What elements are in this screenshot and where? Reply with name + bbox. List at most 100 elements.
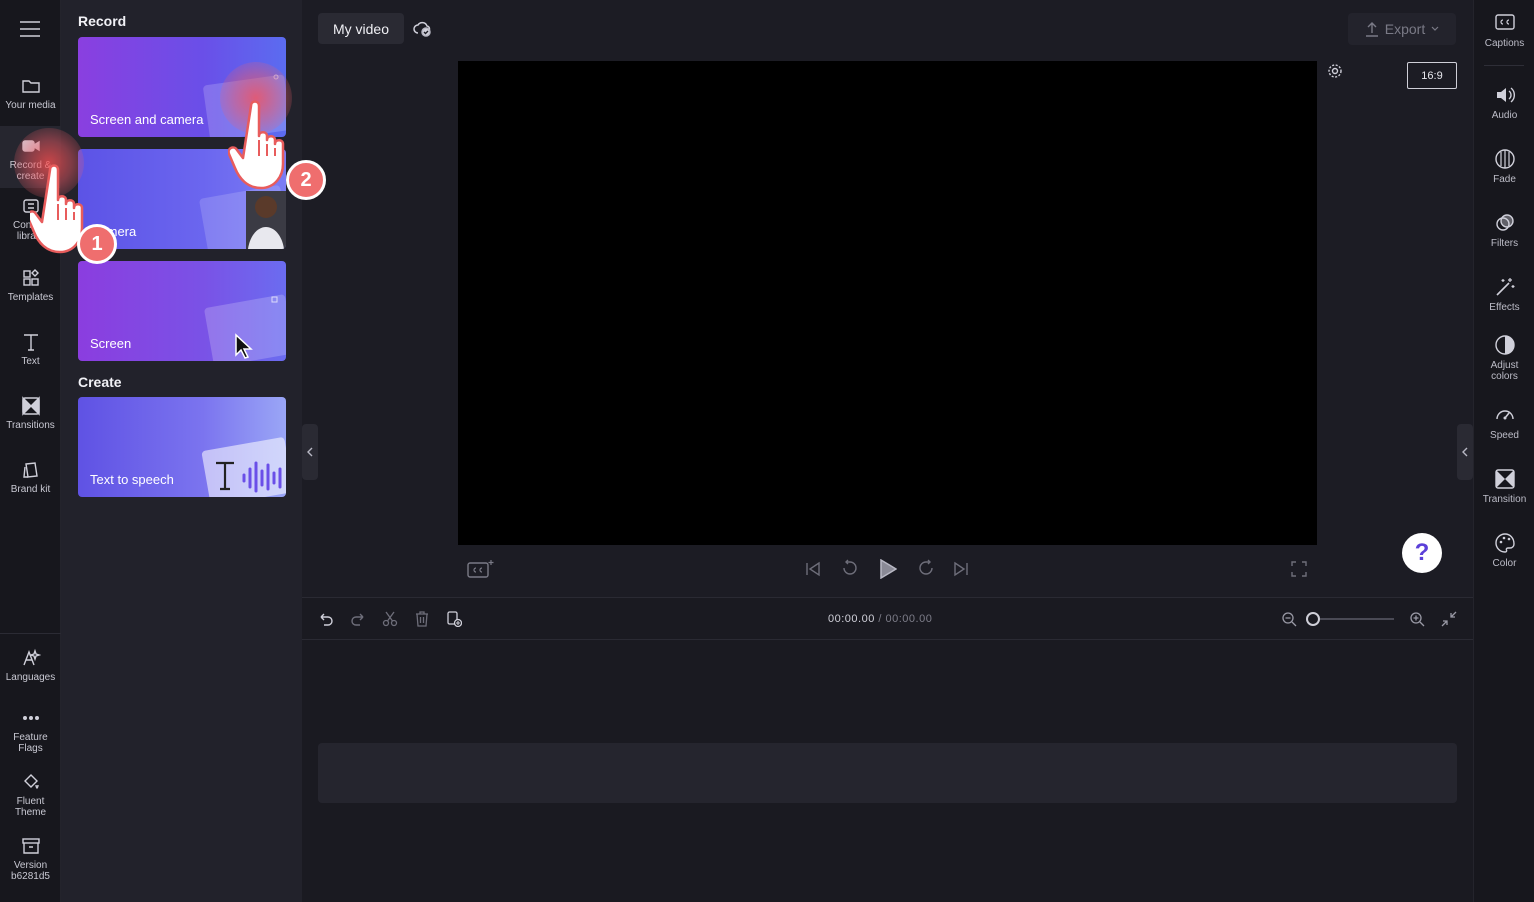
play-button[interactable]: [877, 557, 899, 581]
add-to-timeline-button[interactable]: [445, 610, 463, 628]
rr-item-transition[interactable]: Transition: [1474, 468, 1534, 505]
zoom-slider-handle[interactable]: [1306, 612, 1320, 626]
rail-item-transitions[interactable]: Transitions: [0, 396, 61, 440]
chevron-left-icon: [307, 447, 313, 457]
tutorial-step-2-badge: 2: [286, 160, 326, 200]
rail-label: Feature Flags: [13, 732, 48, 754]
rail-item-languages[interactable]: Languages: [0, 648, 61, 692]
zoom-out-button[interactable]: [1280, 610, 1298, 628]
export-button[interactable]: Export: [1348, 13, 1456, 45]
rr-label: Adjust colors: [1490, 360, 1519, 382]
rail-label: Version b6281d5: [11, 860, 50, 882]
more-dots-icon: [22, 715, 39, 720]
timeline-track[interactable]: [318, 743, 1457, 803]
rr-item-speed[interactable]: Speed: [1474, 404, 1534, 441]
rewind-5-button[interactable]: [840, 559, 860, 579]
aspect-ratio-button[interactable]: 16:9: [1407, 62, 1457, 89]
templates-icon: [22, 269, 39, 286]
cloud-sync-button[interactable]: [412, 18, 434, 40]
speaker-icon: [1496, 87, 1515, 103]
captions-icon: [1494, 14, 1515, 30]
fullscreen-icon: [1291, 561, 1307, 577]
fullscreen-button[interactable]: [1290, 560, 1308, 578]
redo-button[interactable]: [349, 610, 367, 628]
rr-label: Fade: [1493, 174, 1516, 185]
play-icon: [880, 559, 897, 579]
rr-item-captions[interactable]: Captions: [1474, 12, 1534, 49]
forward-5-button[interactable]: [916, 559, 936, 579]
hand-pointer-icon: [228, 100, 285, 190]
palette-icon: [1494, 533, 1515, 553]
rail-label: Brand kit: [10, 484, 51, 495]
fade-icon: [1494, 149, 1515, 169]
text-icon: [23, 334, 38, 351]
preview-settings-button[interactable]: [1326, 62, 1344, 80]
brand-kit-icon: [22, 462, 38, 478]
rr-label: Effects: [1489, 302, 1520, 313]
rail-item-feature-flags[interactable]: Feature Flags: [0, 708, 61, 758]
tutorial-step-1-badge: 1: [77, 224, 117, 264]
transitions-icon: [21, 396, 40, 416]
rail-item-brand-kit[interactable]: Brand kit: [0, 460, 61, 504]
rr-label: Color: [1492, 558, 1517, 569]
forward-5-icon: [919, 559, 933, 575]
project-title-input[interactable]: My video: [318, 13, 404, 44]
magic-wand-icon: [1495, 278, 1514, 296]
collapse-arrows-icon: [1441, 611, 1457, 627]
video-preview: [458, 61, 1317, 545]
rr-item-filters[interactable]: Filters: [1474, 212, 1534, 249]
rr-label: Speed: [1490, 430, 1519, 441]
rail-item-your-media[interactable]: Your media: [0, 76, 61, 128]
rail-item-templates[interactable]: Templates: [0, 268, 61, 312]
text-to-speech-illustration: [201, 437, 286, 497]
screen-illustration: [204, 294, 286, 361]
card-label: Screen: [90, 336, 132, 351]
card-label: Screen and camera: [90, 112, 204, 127]
rr-item-audio[interactable]: Audio: [1474, 84, 1534, 121]
scissors-icon: [382, 611, 398, 627]
rail-item-text[interactable]: Text: [0, 332, 61, 376]
export-label: Export: [1384, 21, 1426, 37]
fit-timeline-button[interactable]: [1440, 610, 1458, 628]
rr-label: Transition: [1482, 494, 1527, 505]
camera-illustration: [199, 185, 286, 249]
total-time: / 00:00.00: [878, 613, 933, 625]
filters-icon: [1495, 214, 1514, 231]
hamburger-menu-button[interactable]: [17, 17, 43, 41]
timecode: 00:00.00 / 00:00.00: [828, 613, 932, 625]
record-section-title: Record: [78, 13, 127, 29]
cloud-check-icon: [413, 21, 431, 37]
text-to-speech-card[interactable]: Text to speech: [78, 397, 286, 497]
skip-back-icon: [806, 561, 820, 577]
skip-to-end-button[interactable]: [952, 560, 970, 578]
rail-label: Languages: [5, 672, 56, 683]
rr-label: Filters: [1490, 238, 1519, 249]
screen-card[interactable]: Screen: [78, 261, 286, 361]
rr-item-fade[interactable]: Fade: [1474, 148, 1534, 185]
captions-toggle-button[interactable]: [466, 558, 496, 580]
trash-icon: [416, 611, 428, 627]
undo-button[interactable]: [317, 610, 335, 628]
undo-icon: [320, 613, 333, 626]
rr-label: Audio: [1491, 110, 1518, 121]
zoom-slider-track[interactable]: [1312, 618, 1394, 620]
timeline: 00:00.00 / 00:00.00: [302, 597, 1473, 902]
speedometer-icon: [1495, 410, 1514, 420]
cc-sparkle-icon: [467, 560, 494, 578]
collapse-properties-button[interactable]: [1457, 424, 1473, 480]
rail-label: Text: [21, 356, 40, 367]
rr-item-effects[interactable]: Effects: [1474, 276, 1534, 313]
collapse-panel-button[interactable]: [302, 424, 318, 480]
zoom-in-button[interactable]: [1408, 610, 1426, 628]
skip-to-start-button[interactable]: [804, 560, 822, 578]
rr-item-color[interactable]: Color: [1474, 532, 1534, 569]
current-time: 00:00.00: [828, 613, 875, 625]
split-button[interactable]: [381, 610, 399, 628]
rr-item-adjust-colors[interactable]: Adjust colors: [1474, 334, 1534, 382]
chevron-down-icon: [1431, 26, 1439, 31]
rail-label: Fluent Theme: [14, 796, 47, 818]
rail-item-version[interactable]: Version b6281d5: [0, 836, 61, 886]
help-button[interactable]: ?: [1402, 533, 1442, 573]
delete-button[interactable]: [413, 610, 431, 628]
rail-item-fluent-theme[interactable]: Fluent Theme: [0, 772, 61, 822]
